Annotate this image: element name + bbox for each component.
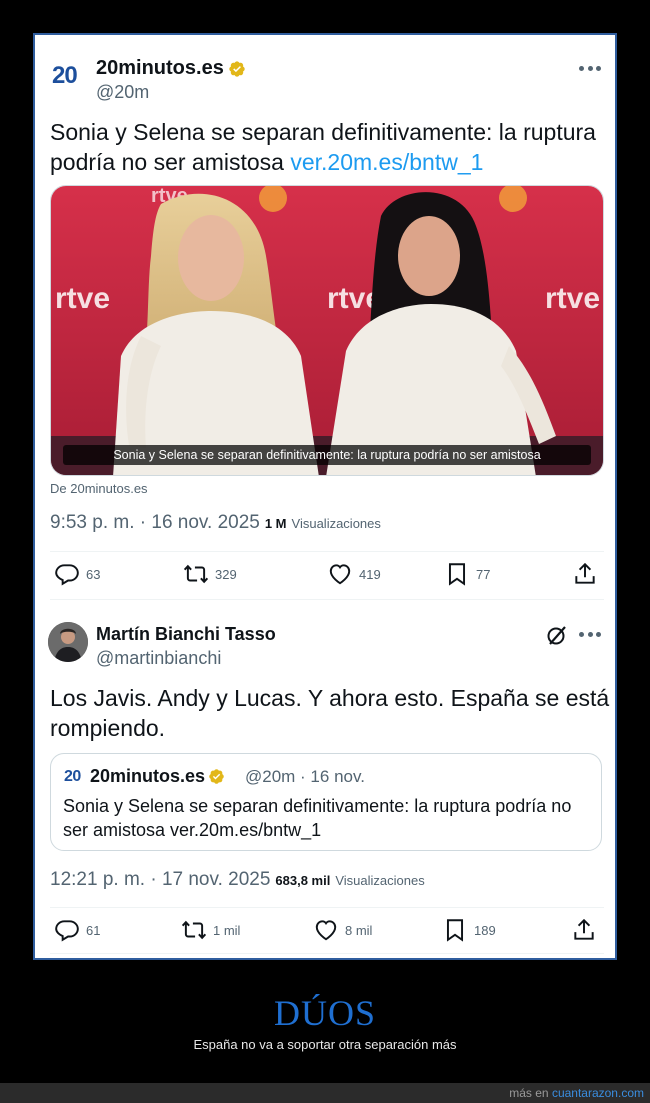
screenshot-card: 20 20minutos.es @20m Sonia y Selena se s… bbox=[33, 33, 617, 960]
retweet-count: 329 bbox=[215, 566, 237, 582]
tweet1-views-count: 1 M bbox=[264, 516, 287, 531]
divider bbox=[50, 907, 604, 908]
publisher-avatar-logo[interactable]: 20 bbox=[52, 62, 78, 90]
photo-two-women-rtve: rtve rtve rtve rtve bbox=[51, 186, 603, 475]
retweet-count: 1 mil bbox=[213, 922, 241, 938]
share-upload-icon bbox=[575, 562, 595, 584]
more-dots-icon[interactable] bbox=[579, 66, 601, 72]
bookmark-icon bbox=[448, 563, 466, 586]
grok-icon[interactable] bbox=[545, 623, 569, 647]
avatar-photo bbox=[48, 622, 88, 662]
tweet1-views-label: Visualizaciones bbox=[291, 516, 381, 531]
quoted-avatar-logo: 20 bbox=[64, 768, 81, 785]
bookmark-icon bbox=[446, 919, 464, 942]
tweet1-author-name[interactable]: 20minutos.es bbox=[96, 57, 246, 80]
tweet1-media-image[interactable]: rtve rtve rtve rtve Sonia y Selena se se… bbox=[50, 185, 604, 476]
tweet1-text: Sonia y Selena se separan definitivament… bbox=[50, 117, 610, 177]
quoted-tweet[interactable]: 20 20minutos.es @20m · 16 nov. Sonia y S… bbox=[50, 753, 602, 851]
quoted-handle-date: @20m · 16 nov. bbox=[245, 767, 365, 786]
site-credit-bar: más en cuantarazon.com bbox=[0, 1083, 650, 1103]
post-subtitle: España no va a soportar otra separación … bbox=[193, 1037, 457, 1052]
like-count: 8 mil bbox=[345, 922, 373, 938]
reply-button[interactable]: 63 bbox=[54, 561, 100, 587]
tweet1-link[interactable]: ver.20m.es/bntw_1 bbox=[290, 149, 483, 175]
verified-gold-badge-icon bbox=[208, 768, 226, 786]
share-button[interactable] bbox=[572, 561, 598, 587]
tweet2-views-count: 683,8 mil bbox=[275, 873, 331, 888]
bookmark-button[interactable]: 189 bbox=[442, 917, 496, 943]
tweet2-author-name[interactable]: Martín Bianchi Tasso bbox=[96, 624, 276, 645]
reply-count: 63 bbox=[86, 566, 101, 582]
share-button[interactable] bbox=[571, 917, 597, 943]
quoted-text: Sonia y Selena se separan definitivament… bbox=[63, 796, 572, 840]
reply-bubble-icon bbox=[55, 564, 79, 586]
bookmark-count: 189 bbox=[474, 922, 496, 938]
link-card-source[interactable]: De 20minutos.es bbox=[50, 481, 148, 496]
svg-text:rtve: rtve bbox=[55, 282, 110, 315]
bookmark-count: 77 bbox=[476, 566, 491, 582]
quoted-author-name-text: 20minutos.es bbox=[90, 766, 206, 786]
retweet-button[interactable]: 329 bbox=[183, 561, 237, 587]
tweet1-author-name-text[interactable]: 20minutos.es bbox=[96, 57, 224, 80]
tweet2-meta: 12:21 p. m. · 17 nov. 2025 683,8 mil Vis… bbox=[50, 869, 425, 891]
divider bbox=[50, 599, 604, 600]
site-credit: más en cuantarazon.com bbox=[509, 1086, 644, 1100]
tweet1-author-handle[interactable]: @20m bbox=[96, 82, 149, 103]
tweet1-action-bar: 63 329 419 77 bbox=[50, 561, 604, 601]
retweet-icon bbox=[181, 920, 207, 940]
heart-icon bbox=[315, 920, 337, 941]
quoted-author-name: 20minutos.es bbox=[90, 766, 226, 787]
site-link[interactable]: cuantarazon.com bbox=[552, 1086, 644, 1100]
tweet2-author-handle[interactable]: @martinbianchi bbox=[96, 648, 221, 669]
like-button[interactable]: 419 bbox=[327, 561, 381, 587]
more-dots-icon[interactable] bbox=[579, 632, 601, 638]
tweet2-action-bar: 61 1 mil 8 mil 189 bbox=[50, 917, 604, 957]
reply-bubble-icon bbox=[55, 920, 79, 942]
credit-prefix: más en bbox=[509, 1086, 549, 1100]
reply-count: 61 bbox=[86, 922, 101, 938]
bookmark-button[interactable]: 77 bbox=[444, 561, 490, 587]
like-button[interactable]: 8 mil bbox=[313, 917, 372, 943]
post-title: DÚOS bbox=[273, 993, 376, 1033]
tweet2-timestamp[interactable]: 12:21 p. m. · 17 nov. 2025 bbox=[50, 869, 270, 891]
avatar[interactable] bbox=[48, 622, 88, 662]
svg-text:rtve: rtve bbox=[545, 282, 600, 315]
verified-gold-badge-icon[interactable] bbox=[228, 60, 246, 78]
tweet1-timestamp[interactable]: 9:53 p. m. · 16 nov. 2025 bbox=[50, 512, 260, 534]
tweet2-text: Los Javis. Andy y Lucas. Y ahora esto. E… bbox=[50, 685, 610, 741]
retweet-button[interactable]: 1 mil bbox=[181, 917, 240, 943]
divider bbox=[50, 953, 604, 954]
divider bbox=[50, 551, 604, 552]
tweet2-views-label: Visualizaciones bbox=[335, 873, 425, 888]
media-caption: Sonia y Selena se separan definitivament… bbox=[63, 445, 591, 465]
retweet-icon bbox=[183, 564, 209, 584]
like-count: 419 bbox=[359, 566, 381, 582]
tweet1-meta: 9:53 p. m. · 16 nov. 2025 1 M Visualizac… bbox=[50, 512, 381, 534]
heart-icon bbox=[329, 564, 351, 585]
reply-button[interactable]: 61 bbox=[54, 917, 100, 943]
share-upload-icon bbox=[574, 918, 594, 940]
